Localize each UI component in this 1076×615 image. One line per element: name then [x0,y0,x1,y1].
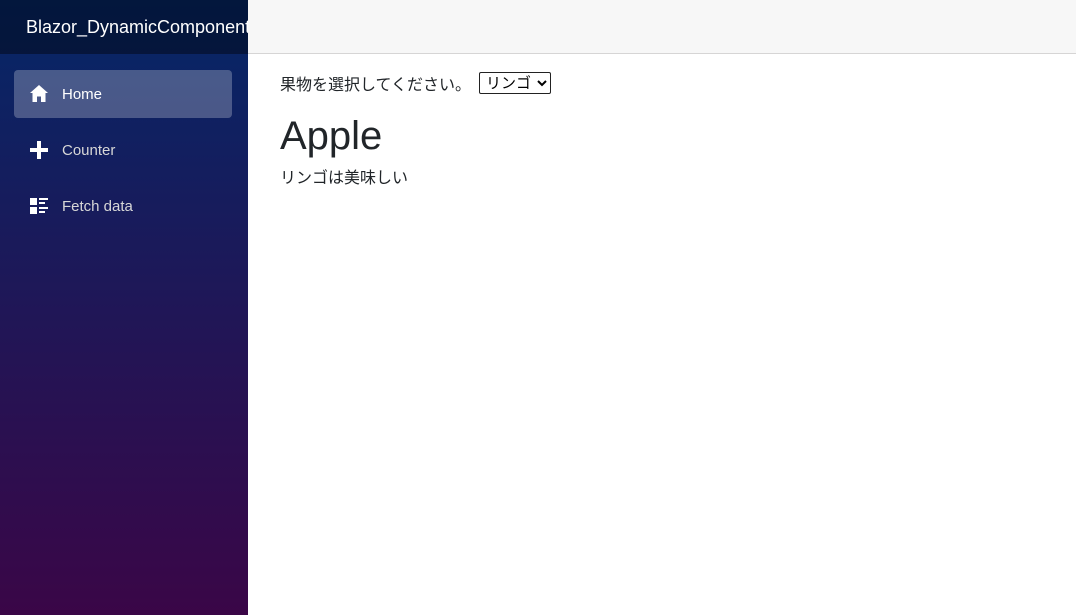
sidebar-item-label: Counter [62,141,116,159]
app-brand-link[interactable]: Blazor_DynamicComponent [26,17,250,38]
sidebar-item-fetch-data[interactable]: Fetch data [14,182,232,230]
home-icon [28,83,50,105]
sidebar-item-counter[interactable]: Counter [14,126,232,174]
sidebar: Blazor_DynamicComponent Home Counter Fet… [0,0,250,615]
sidebar-item-label: Fetch data [62,197,133,215]
fruit-description: リンゴは美味しい [280,170,409,187]
list-icon [28,195,50,217]
fruit-select-row: 果物を選択してください。 リンゴ [280,70,1060,96]
fruit-select-label: 果物を選択してください。 [280,77,472,94]
sidebar-item-home[interactable]: Home [14,70,232,118]
plus-icon [28,139,50,161]
main-content: 果物を選択してください。 リンゴ Apple リンゴは美味しい [280,70,1060,188]
fruit-select[interactable]: リンゴ [479,72,552,94]
sidebar-item-label: Home [62,85,103,103]
fruit-title: Apple [280,114,383,158]
top-row [248,0,1076,54]
brand-bar: Blazor_DynamicComponent [0,0,250,54]
nav-menu: Home Counter Fetch data [0,54,248,230]
